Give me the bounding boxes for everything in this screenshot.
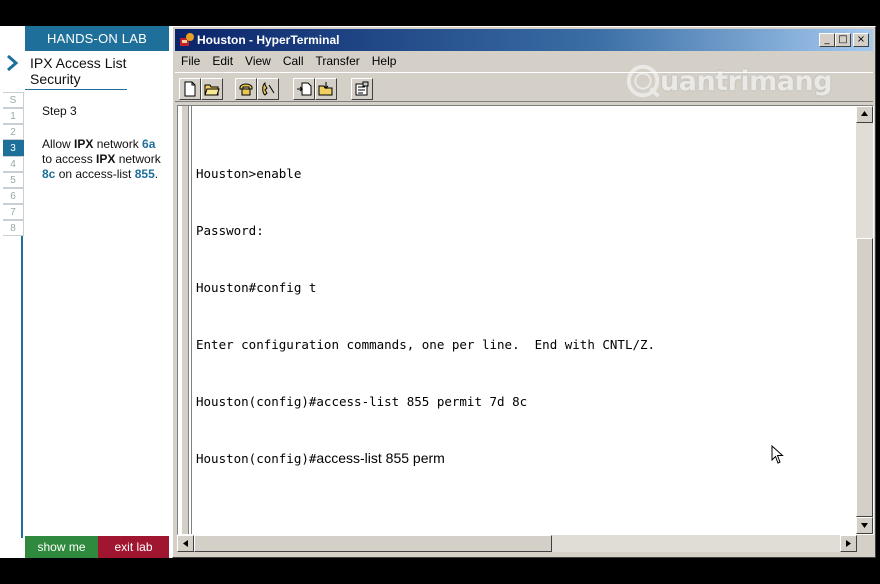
- lab-header: HANDS-ON LAB: [25, 26, 169, 51]
- toolbar-group-transfer: [293, 78, 337, 100]
- mouse-pointer-icon: [771, 445, 784, 464]
- scroll-up-button[interactable]: [856, 106, 873, 123]
- lab-buttons: show me exit lab: [25, 536, 169, 558]
- step-instruction: Allow IPX network 6a to access IPX netwo…: [42, 137, 161, 181]
- scroll-left-button[interactable]: [177, 535, 194, 552]
- toolbar-group-file: [179, 78, 223, 100]
- terminal-output[interactable]: Houston>enable Password: Houston#config …: [196, 126, 856, 506]
- toolbar-group-call: [235, 78, 279, 100]
- window-title: Houston - HyperTerminal: [197, 33, 340, 47]
- toolbar-group-properties: [351, 78, 373, 100]
- step-item-4[interactable]: 4: [3, 156, 24, 172]
- terminal-line: Enter configuration commands, one per li…: [196, 337, 656, 352]
- step-item-3[interactable]: 3: [3, 140, 24, 156]
- terminal-line: Houston#config t: [196, 280, 317, 295]
- menu-file[interactable]: File: [175, 51, 206, 71]
- horizontal-scrollbar[interactable]: [177, 535, 857, 552]
- lab-title: IPX Access List Security: [30, 55, 127, 87]
- terminal-input[interactable]: access-list 855 perm: [316, 450, 444, 466]
- receive-file-icon: [318, 82, 333, 96]
- properties-button[interactable]: [351, 78, 373, 100]
- step-item-7[interactable]: 7: [3, 204, 24, 220]
- scroll-down-button[interactable]: [856, 517, 873, 534]
- terminal-area[interactable]: Houston>enable Password: Houston#config …: [177, 105, 874, 535]
- disconnect-button[interactable]: [257, 78, 279, 100]
- step-item-6[interactable]: 6: [3, 188, 24, 204]
- close-button[interactable]: ×: [853, 33, 869, 47]
- watermark-logo-icon: [626, 64, 660, 98]
- arrow-up-icon: [861, 111, 868, 116]
- terminal-line: Password:: [196, 223, 264, 238]
- menu-transfer[interactable]: Transfer: [310, 51, 366, 71]
- phone-disconnect-icon: [262, 82, 275, 96]
- step-item-2[interactable]: 2: [3, 124, 24, 140]
- menu-call[interactable]: Call: [277, 51, 310, 71]
- arrow-down-icon: [861, 523, 868, 528]
- send-file-icon: [297, 82, 312, 96]
- vertical-scrollbar[interactable]: [856, 106, 873, 534]
- open-folder-button[interactable]: [201, 78, 223, 100]
- step-item-s[interactable]: S: [3, 92, 24, 108]
- terminal-line: Houston>enable: [196, 166, 302, 181]
- terminal-line: Houston(config)#access-list 855 permit 7…: [196, 394, 528, 409]
- terminal-current-line[interactable]: Houston(config)#access-list 855 perm: [196, 449, 856, 468]
- receive-file-button[interactable]: [315, 78, 337, 100]
- scroll-right-button[interactable]: [840, 535, 857, 552]
- step-item-1[interactable]: 1: [3, 108, 24, 124]
- step-list: S 1 2 3 4 5 6 7 8: [1, 92, 24, 538]
- step-label: Step 3: [42, 104, 77, 118]
- terminal-splitter[interactable]: [178, 106, 192, 534]
- step-item-8[interactable]: 8: [3, 220, 24, 236]
- lab-panel: HANDS-ON LAB IPX Access List Security S …: [0, 26, 172, 558]
- menu-bar: File Edit View Call Transfer Help: [175, 51, 402, 71]
- chevron-right-icon: [7, 54, 19, 72]
- connect-button[interactable]: [235, 78, 257, 100]
- send-file-button[interactable]: [293, 78, 315, 100]
- hyperterminal-window: Houston - HyperTerminal _ □ × File Edit …: [172, 26, 876, 558]
- hyperterminal-app-icon: [180, 33, 194, 46]
- phone-connect-icon: [239, 83, 253, 96]
- exit-lab-button[interactable]: exit lab: [98, 536, 169, 558]
- watermark-text: uantrimang: [660, 66, 833, 97]
- title-divider: [25, 89, 127, 90]
- vertical-scroll-thumb[interactable]: [856, 238, 873, 517]
- properties-icon: [355, 81, 369, 96]
- minimize-button[interactable]: _: [819, 33, 835, 47]
- step-item-5[interactable]: 5: [3, 172, 24, 188]
- arrow-left-icon: [183, 540, 188, 547]
- title-bar[interactable]: Houston - HyperTerminal _ □ ×: [175, 29, 873, 51]
- menu-help[interactable]: Help: [366, 51, 403, 71]
- new-document-icon: [184, 81, 196, 97]
- window-controls: _ □ ×: [819, 33, 869, 47]
- terminal-prompt: Houston(config)#: [196, 451, 317, 466]
- new-document-button[interactable]: [179, 78, 201, 100]
- watermark: uantrimang: [624, 62, 848, 100]
- horizontal-scroll-thumb[interactable]: [194, 535, 552, 552]
- screen: HANDS-ON LAB IPX Access List Security S …: [0, 0, 880, 584]
- arrow-right-icon: [846, 540, 851, 547]
- show-me-button[interactable]: show me: [25, 536, 98, 558]
- open-folder-icon: [204, 84, 220, 96]
- menu-view[interactable]: View: [239, 51, 277, 71]
- menu-edit[interactable]: Edit: [206, 51, 239, 71]
- maximize-button[interactable]: □: [835, 33, 851, 47]
